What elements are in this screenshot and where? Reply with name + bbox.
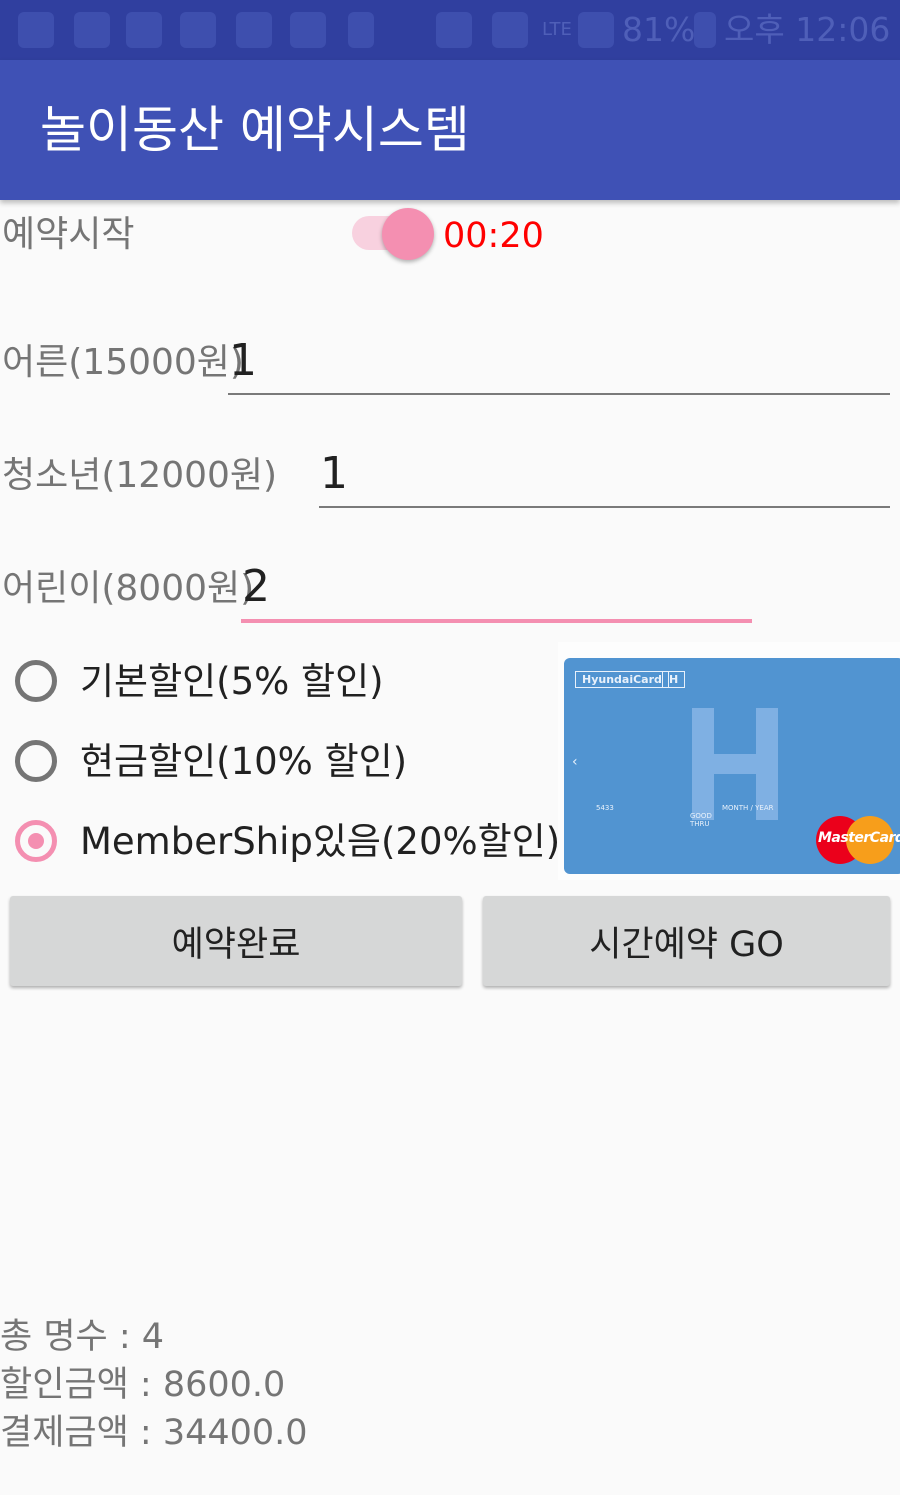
status-bar: LTE 81% 오후 12:06 [0, 0, 900, 60]
app-bar: 놀이동산 예약시스템 [0, 60, 900, 200]
usb-icon [348, 12, 374, 48]
adult-input[interactable]: 1 [229, 336, 257, 386]
mastercard-text: MasterCard [818, 830, 900, 846]
mastercard-logo: MasterCard [816, 816, 900, 864]
reservation-start-label: 예약시작 [2, 214, 135, 255]
radio-label[interactable]: 현금할인(10% 할인) [80, 740, 407, 784]
app-title: 놀이동산 예약시스템 [40, 101, 470, 159]
youth-input-underline [319, 506, 890, 508]
card-brand-mark: H [662, 671, 686, 688]
battery-icon [694, 12, 716, 48]
adult-input-underline [228, 393, 890, 395]
clock: 오후 12:06 [724, 10, 891, 49]
card-good-thru: GOOD THRU [690, 812, 712, 828]
card-number: 5433 [596, 804, 614, 812]
total-people: 총 명수 : 4 [0, 1317, 165, 1357]
chevron-left-icon: ‹ [572, 754, 578, 770]
card-month-year: MONTH / YEAR [722, 804, 774, 812]
child-label: 어린이(8000원) [2, 568, 255, 609]
card-brand: HyundaiCard [575, 671, 669, 688]
credit-card-image: HyundaiCard H ‹ 5433 GOOD THRU MONTH / Y… [558, 642, 900, 880]
mute-icon [436, 12, 472, 48]
network-type: LTE [542, 19, 572, 40]
radio-button[interactable] [15, 740, 57, 782]
shield-icon [236, 12, 272, 48]
chat-icon [18, 12, 54, 48]
play-store-icon [74, 12, 110, 48]
game-icon [180, 12, 216, 48]
adult-label: 어른(15000원) [2, 342, 244, 383]
payment-amount: 결제금액 : 34400.0 [0, 1413, 308, 1453]
call-icon [290, 12, 326, 48]
radio-label[interactable]: 기본할인(5% 할인) [80, 660, 384, 704]
youth-label: 청소년(12000원) [2, 455, 278, 496]
signal-icon [578, 12, 614, 48]
font-icon [126, 12, 162, 48]
battery-percent: 81% [622, 10, 696, 49]
radio-label[interactable]: MemberShip있음(20%할인) [80, 820, 560, 864]
radio-button[interactable] [15, 660, 57, 702]
alarm-icon [492, 12, 528, 48]
child-input[interactable]: 2 [242, 562, 270, 612]
timer-display: 00:20 [443, 216, 544, 256]
switch-thumb[interactable] [382, 208, 434, 260]
reserve-complete-button[interactable]: 예약완료 [10, 896, 462, 986]
time-reserve-go-button[interactable]: 시간예약 GO [483, 896, 890, 986]
discount-amount: 할인금액 : 8600.0 [0, 1365, 286, 1405]
card-face: HyundaiCard H ‹ 5433 GOOD THRU MONTH / Y… [564, 658, 900, 874]
youth-input[interactable]: 1 [320, 449, 348, 499]
radio-button[interactable] [15, 820, 57, 862]
child-input-underline [241, 619, 752, 623]
